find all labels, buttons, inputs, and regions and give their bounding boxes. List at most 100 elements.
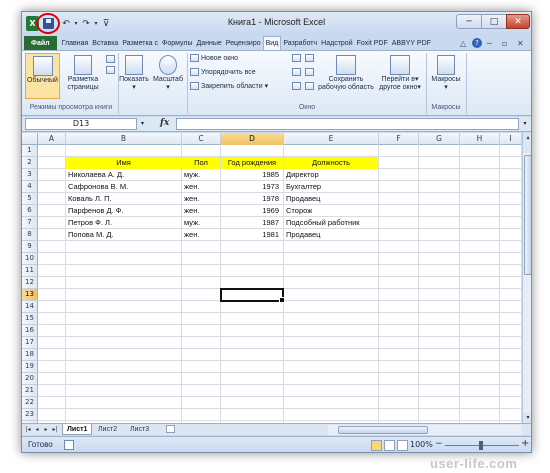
column-header[interactable]: B bbox=[66, 133, 182, 145]
table-cell[interactable]: 1969 bbox=[221, 205, 283, 217]
vertical-scrollbar[interactable]: ▴ ▾ bbox=[522, 133, 531, 423]
table-cell[interactable]: Продавец bbox=[284, 193, 378, 205]
help-icon[interactable]: ? bbox=[472, 38, 482, 48]
split-handle-icon[interactable] bbox=[523, 143, 531, 153]
zoom-in-icon[interactable]: + bbox=[521, 438, 529, 449]
workbook-restore-button[interactable]: ▫ bbox=[502, 37, 507, 49]
show-button[interactable]: Показать ▾ bbox=[119, 55, 149, 92]
table-cell[interactable]: 1973 bbox=[221, 181, 283, 193]
sheet-nav-icon[interactable]: ◂ bbox=[33, 425, 41, 435]
tab-0[interactable]: Файл bbox=[24, 36, 57, 50]
close-button[interactable]: ✕ bbox=[506, 14, 530, 29]
switch-windows-button[interactable]: Перейти в▾ другое окно▾ bbox=[376, 55, 424, 92]
table-cell[interactable]: Подсобный работник bbox=[284, 217, 378, 229]
row-header[interactable]: 15 bbox=[22, 313, 38, 325]
macros-button[interactable]: Макросы ▾ bbox=[428, 55, 464, 92]
scroll-up-icon[interactable]: ▴ bbox=[523, 133, 531, 143]
row-header[interactable]: 19 bbox=[22, 361, 38, 373]
table-header-cell[interactable]: Год рождения bbox=[221, 157, 283, 169]
row-header[interactable]: 7 bbox=[22, 217, 38, 229]
table-header-cell[interactable]: Пол bbox=[182, 157, 220, 169]
table-cell[interactable]: муж. bbox=[182, 217, 220, 229]
insert-function-icon[interactable]: fx bbox=[160, 118, 169, 128]
minimize-button[interactable]: ─ bbox=[456, 14, 482, 29]
row-header[interactable]: 21 bbox=[22, 385, 38, 397]
hide-button[interactable] bbox=[292, 68, 301, 76]
tab-4[interactable]: Формулы bbox=[160, 36, 194, 50]
sheet-nav-icon[interactable]: ▸ bbox=[42, 425, 50, 435]
zoom-slider-thumb[interactable] bbox=[479, 441, 483, 450]
tab-9[interactable]: Надстрой bbox=[319, 36, 354, 50]
row-header[interactable]: 1 bbox=[22, 145, 38, 157]
normal-view-status-button[interactable] bbox=[371, 440, 382, 451]
sync-scroll-button[interactable] bbox=[305, 68, 314, 76]
table-cell[interactable]: Коваль Л. П. bbox=[66, 193, 181, 205]
page-layout-button[interactable]: Разметка страницы bbox=[64, 55, 102, 92]
table-cell[interactable]: Сторож bbox=[284, 205, 378, 217]
row-header[interactable]: 6 bbox=[22, 205, 38, 217]
tab-6[interactable]: Рецензиро bbox=[224, 36, 263, 50]
table-header-cell[interactable]: Должность bbox=[284, 157, 378, 169]
row-header[interactable]: 20 bbox=[22, 373, 38, 385]
zoom-button[interactable]: Масштаб ▾ bbox=[151, 55, 185, 92]
vertical-scroll-thumb[interactable] bbox=[524, 155, 531, 275]
tab-1[interactable]: Главная bbox=[60, 36, 91, 50]
sheet-nav-icon[interactable]: |◂ bbox=[24, 425, 32, 435]
save-workspace-button[interactable]: Сохранить рабочую область bbox=[317, 55, 375, 92]
row-header[interactable]: 22 bbox=[22, 397, 38, 409]
sheet-tab[interactable]: Лист3 bbox=[126, 424, 153, 435]
sheet-nav-icon[interactable]: ▸| bbox=[51, 425, 59, 435]
row-header[interactable]: 14 bbox=[22, 301, 38, 313]
row-header[interactable]: 16 bbox=[22, 325, 38, 337]
row-header[interactable]: 17 bbox=[22, 337, 38, 349]
column-header[interactable]: E bbox=[284, 133, 379, 145]
table-header-cell[interactable]: Имя bbox=[66, 157, 181, 169]
row-header[interactable]: 8 bbox=[22, 229, 38, 241]
tab-10[interactable]: Foxit PDF bbox=[355, 36, 390, 50]
column-header[interactable]: G bbox=[419, 133, 460, 145]
table-cell[interactable]: 1987 bbox=[221, 217, 283, 229]
view-side-by-side-button[interactable] bbox=[305, 54, 314, 62]
name-box[interactable]: D13 bbox=[25, 118, 137, 130]
row-header[interactable]: 10 bbox=[22, 253, 38, 265]
sheet-tab[interactable]: Лист2 bbox=[94, 424, 121, 435]
row-header[interactable]: 2 bbox=[22, 157, 38, 169]
table-cell[interactable]: Парфенов Д. Ф. bbox=[66, 205, 181, 217]
expand-formula-bar-icon[interactable]: ▾ bbox=[520, 118, 530, 130]
row-header[interactable]: 12 bbox=[22, 277, 38, 289]
table-cell[interactable]: Продавец bbox=[284, 229, 378, 241]
reset-position-button[interactable] bbox=[305, 82, 314, 90]
workbook-minimize-button[interactable]: ─ bbox=[487, 37, 492, 49]
active-cell-selection[interactable] bbox=[220, 288, 285, 303]
zoom-out-icon[interactable]: − bbox=[435, 439, 443, 449]
page-break-status-button[interactable] bbox=[397, 440, 408, 451]
column-header[interactable]: D bbox=[221, 133, 284, 145]
table-cell[interactable]: Бухгалтер bbox=[284, 181, 378, 193]
table-cell[interactable]: жен. bbox=[182, 193, 220, 205]
table-cell[interactable]: жен. bbox=[182, 181, 220, 193]
column-header[interactable]: I bbox=[500, 133, 522, 145]
column-header[interactable]: A bbox=[38, 133, 66, 145]
table-cell[interactable]: Николаева А. Д. bbox=[66, 169, 181, 181]
tab-5[interactable]: Данные bbox=[194, 36, 223, 50]
split-button[interactable] bbox=[292, 54, 301, 62]
table-cell[interactable]: Директор bbox=[284, 169, 378, 181]
worksheet-grid[interactable]: ABCDEFGHI 1 2 3 4 5 6 7 8 9 10 11 12 13 14 15 16 17 18 19 2… bbox=[22, 133, 522, 423]
macro-record-icon[interactable] bbox=[64, 440, 74, 450]
row-header[interactable]: 18 bbox=[22, 349, 38, 361]
scroll-down-icon[interactable]: ▾ bbox=[523, 413, 531, 423]
tab-2[interactable]: Вставка bbox=[90, 36, 120, 50]
table-cell[interactable]: Попова М. Д. bbox=[66, 229, 181, 241]
column-header[interactable]: C bbox=[182, 133, 221, 145]
horizontal-scroll-thumb[interactable] bbox=[338, 426, 428, 434]
zoom-level[interactable]: 100% bbox=[410, 440, 433, 449]
table-cell[interactable]: жен. bbox=[182, 229, 220, 241]
table-cell[interactable]: муж. bbox=[182, 169, 220, 181]
page-layout-status-button[interactable] bbox=[384, 440, 395, 451]
tab-8[interactable]: Разработч bbox=[281, 36, 319, 50]
name-box-dropdown-icon[interactable]: ▾ bbox=[138, 118, 147, 130]
freeze-panes-button[interactable]: Закрепить области ▾ bbox=[190, 82, 268, 90]
row-header[interactable]: 4 bbox=[22, 181, 38, 193]
workbook-close-button[interactable]: ✕ bbox=[517, 37, 524, 49]
table-cell[interactable]: 1981 bbox=[221, 229, 283, 241]
